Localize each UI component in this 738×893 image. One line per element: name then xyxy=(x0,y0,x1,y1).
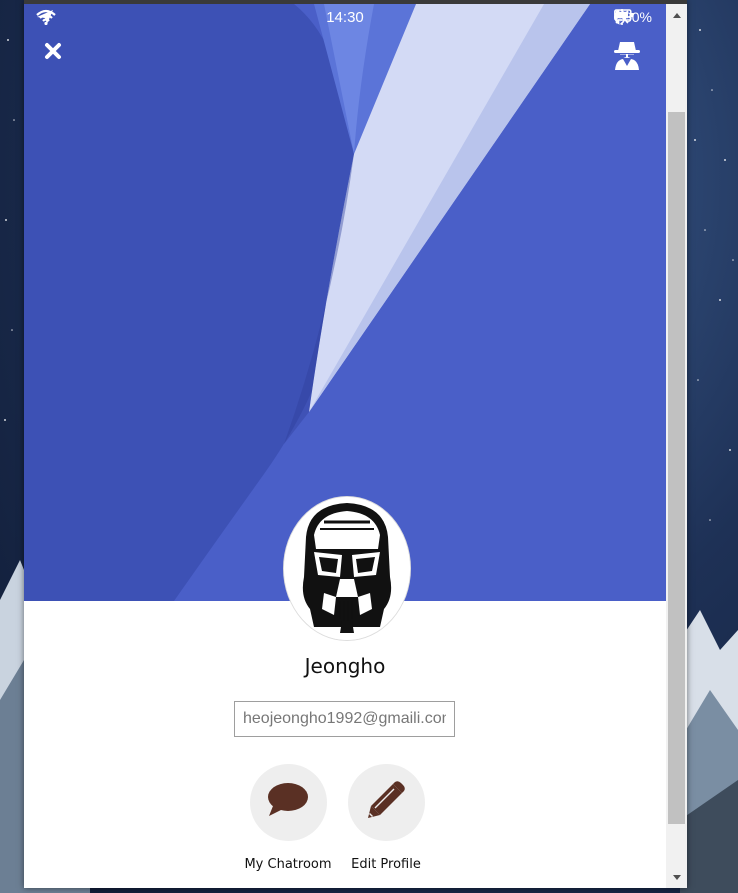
scrollbar[interactable] xyxy=(666,4,687,888)
pencil-icon xyxy=(366,780,406,825)
scroll-up-arrow[interactable] xyxy=(666,6,687,24)
chat-bubble-icon xyxy=(267,782,309,823)
edit-profile-button[interactable]: Edit Profile xyxy=(331,764,441,872)
avatar[interactable] xyxy=(283,496,411,641)
email-field[interactable] xyxy=(234,701,455,737)
status-bar: 14:30 80% xyxy=(24,4,666,32)
edit-button-circle[interactable] xyxy=(347,764,425,841)
app-window: 14:30 80% Jeongho heojeongho1992@gmaili.… xyxy=(24,0,687,888)
edit-profile-label: Edit Profile xyxy=(351,857,421,872)
my-chatroom-button[interactable]: My Chatroom xyxy=(233,764,343,872)
scroll-down-arrow[interactable] xyxy=(666,868,687,886)
my-chatroom-label: My Chatroom xyxy=(244,857,332,872)
incognito-button[interactable] xyxy=(613,40,647,72)
profile-name: Jeongho xyxy=(304,654,386,678)
scrollbar-thumb[interactable] xyxy=(668,112,685,824)
clock: 14:30 xyxy=(326,9,364,26)
close-button[interactable] xyxy=(44,42,70,68)
chat-button-circle[interactable] xyxy=(249,764,327,841)
